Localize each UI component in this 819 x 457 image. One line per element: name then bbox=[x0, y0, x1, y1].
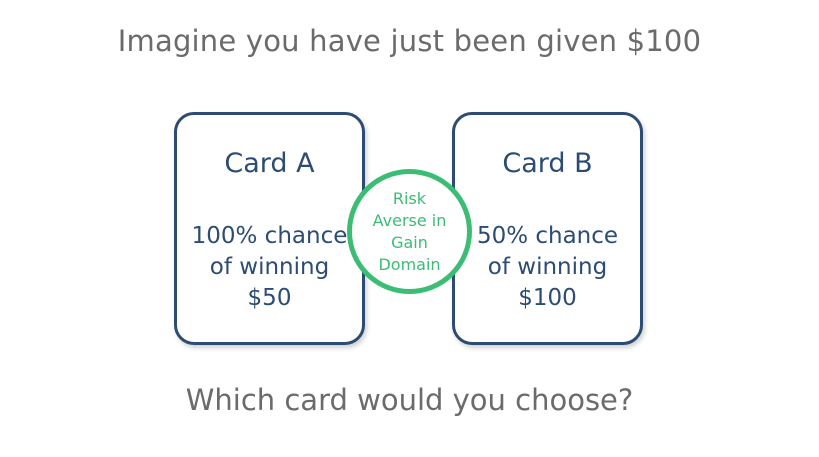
question: Which card would you choose? bbox=[185, 383, 634, 417]
headline: Imagine you have just been given $100 bbox=[117, 24, 702, 58]
card-a-description: 100% chance of winning $50 bbox=[191, 223, 348, 311]
card-b-title: Card B bbox=[502, 148, 593, 179]
card-a-title: Card A bbox=[224, 148, 315, 179]
card-b[interactable]: Card B 50% chance of winning $100 bbox=[452, 112, 643, 345]
card-b-description: 50% chance of winning $100 bbox=[476, 223, 619, 311]
risk-averse-badge: Risk Averse in Gain Domain bbox=[347, 169, 472, 294]
badge-text: Risk Averse in Gain Domain bbox=[372, 188, 447, 274]
card-a[interactable]: Card A 100% chance of winning $50 bbox=[174, 112, 365, 345]
